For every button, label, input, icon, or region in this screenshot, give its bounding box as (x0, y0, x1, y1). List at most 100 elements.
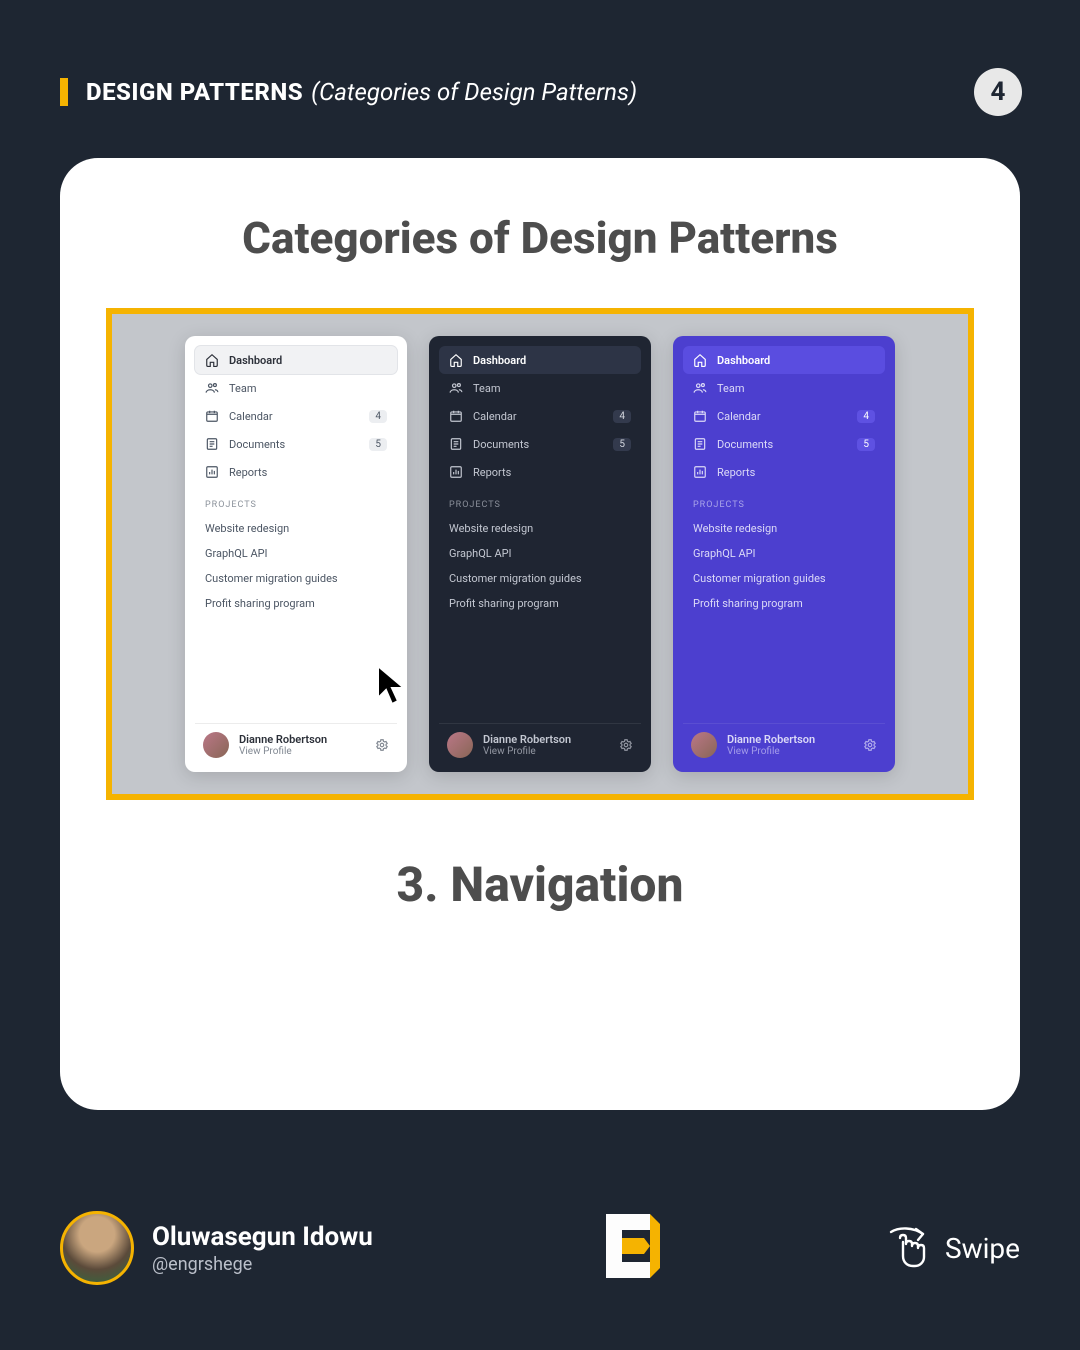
profile-viewlink[interactable]: View Profile (727, 746, 853, 757)
section-label: PROJECTS (195, 486, 397, 516)
document-icon (205, 437, 219, 451)
sidebar-item-label: Calendar (229, 410, 359, 423)
badge: 5 (369, 438, 387, 451)
sidebar-item-label: Calendar (473, 410, 603, 423)
sidebar-item-label: Documents (473, 438, 603, 451)
document-icon (693, 437, 707, 451)
header-title-italic: (Categories of Design Patterns) (311, 78, 637, 106)
calendar-icon (693, 409, 707, 423)
avatar (691, 732, 717, 758)
profile-name: Dianne Robertson (483, 733, 609, 746)
project-item[interactable]: Customer migration guides (439, 566, 641, 591)
project-item[interactable]: Customer migration guides (195, 566, 397, 591)
sidebar-item-documents[interactable]: Documents 5 (439, 430, 641, 458)
swipe-cta[interactable]: Swipe (883, 1224, 1020, 1272)
sidebar-item-calendar[interactable]: Calendar 4 (683, 402, 885, 430)
card-heading: Categories of Design Patterns (106, 212, 974, 264)
sidebar-item-team[interactable]: Team (683, 374, 885, 402)
calendar-icon (449, 409, 463, 423)
sidebar-item-reports[interactable]: Reports (195, 458, 397, 486)
sidebar-item-label: Team (473, 382, 631, 395)
project-item[interactable]: Website redesign (439, 516, 641, 541)
sidebar-item-label: Dashboard (229, 354, 387, 367)
sidebar-item-reports[interactable]: Reports (683, 458, 885, 486)
project-item[interactable]: GraphQL API (683, 541, 885, 566)
content-card: Categories of Design Patterns Dashboard … (60, 158, 1020, 1110)
sidebar-item-label: Team (717, 382, 875, 395)
swipe-label: Swipe (945, 1232, 1020, 1265)
sidebar-item-calendar[interactable]: Calendar 4 (439, 402, 641, 430)
sidebar-item-label: Team (229, 382, 387, 395)
page-header: DESIGN PATTERNS (Categories of Design Pa… (60, 78, 1020, 106)
team-icon (449, 381, 463, 395)
profile-row[interactable]: Dianne Robertson View Profile (439, 723, 641, 760)
section-label: PROJECTS (439, 486, 641, 516)
sidebar-item-label: Calendar (717, 410, 847, 423)
author-block: Oluwasegun Idowu @engrshege (60, 1211, 373, 1285)
author-avatar (60, 1211, 134, 1285)
sidebar-item-label: Documents (717, 438, 847, 451)
badge: 5 (857, 438, 875, 451)
swipe-hand-icon (883, 1224, 931, 1272)
sidebar-item-dashboard[interactable]: Dashboard (439, 346, 641, 374)
chart-icon (205, 465, 219, 479)
profile-name: Dianne Robertson (239, 733, 365, 746)
author-handle: @engrshege (152, 1254, 373, 1275)
profile-row[interactable]: Dianne Robertson View Profile (195, 723, 397, 760)
accent-bar (60, 78, 68, 106)
sidebar-item-dashboard[interactable]: Dashboard (195, 346, 397, 374)
project-item[interactable]: GraphQL API (439, 541, 641, 566)
avatar (447, 732, 473, 758)
badge: 5 (613, 438, 631, 451)
project-item[interactable]: Customer migration guides (683, 566, 885, 591)
home-icon (449, 353, 463, 367)
sidebar-item-team[interactable]: Team (439, 374, 641, 402)
home-icon (693, 353, 707, 367)
chart-icon (449, 465, 463, 479)
sidebar-item-calendar[interactable]: Calendar 4 (195, 402, 397, 430)
sidebar-example-purple: Dashboard Team Calendar 4 Documents 5 Re… (673, 336, 895, 772)
project-item[interactable]: Website redesign (683, 516, 885, 541)
sidebar-item-label: Dashboard (717, 354, 875, 367)
sidebar-item-team[interactable]: Team (195, 374, 397, 402)
author-name: Oluwasegun Idowu (152, 1222, 373, 1252)
header-title-bold: DESIGN PATTERNS (86, 78, 303, 106)
logo-icon (588, 1206, 668, 1290)
page-number-badge: 4 (974, 68, 1022, 116)
sidebar-item-label: Documents (229, 438, 359, 451)
sidebar-example-light: Dashboard Team Calendar 4 Documents 5 Re… (185, 336, 407, 772)
document-icon (449, 437, 463, 451)
profile-row[interactable]: Dianne Robertson View Profile (683, 723, 885, 760)
sidebar-item-reports[interactable]: Reports (439, 458, 641, 486)
profile-viewlink[interactable]: View Profile (239, 746, 365, 757)
project-item[interactable]: Profit sharing program (683, 591, 885, 616)
sidebar-item-label: Reports (229, 466, 387, 479)
chart-icon (693, 465, 707, 479)
sidebar-item-label: Dashboard (473, 354, 631, 367)
gear-icon[interactable] (619, 738, 633, 752)
sidebar-item-label: Reports (473, 466, 631, 479)
avatar (203, 732, 229, 758)
profile-name: Dianne Robertson (727, 733, 853, 746)
section-label: PROJECTS (683, 486, 885, 516)
badge: 4 (857, 410, 875, 423)
gear-icon[interactable] (863, 738, 877, 752)
calendar-icon (205, 409, 219, 423)
badge: 4 (369, 410, 387, 423)
project-item[interactable]: Profit sharing program (439, 591, 641, 616)
gear-icon[interactable] (375, 738, 389, 752)
badge: 4 (613, 410, 631, 423)
home-icon (205, 353, 219, 367)
card-subheading: 3. Navigation (106, 856, 974, 913)
project-item[interactable]: GraphQL API (195, 541, 397, 566)
page-footer: Oluwasegun Idowu @engrshege Swipe (60, 1206, 1020, 1290)
sidebar-item-dashboard[interactable]: Dashboard (683, 346, 885, 374)
profile-viewlink[interactable]: View Profile (483, 746, 609, 757)
sidebar-item-documents[interactable]: Documents 5 (683, 430, 885, 458)
sidebar-item-label: Reports (717, 466, 875, 479)
sidebar-item-documents[interactable]: Documents 5 (195, 430, 397, 458)
team-icon (693, 381, 707, 395)
project-item[interactable]: Website redesign (195, 516, 397, 541)
sidebar-example-dark: Dashboard Team Calendar 4 Documents 5 Re… (429, 336, 651, 772)
project-item[interactable]: Profit sharing program (195, 591, 397, 616)
